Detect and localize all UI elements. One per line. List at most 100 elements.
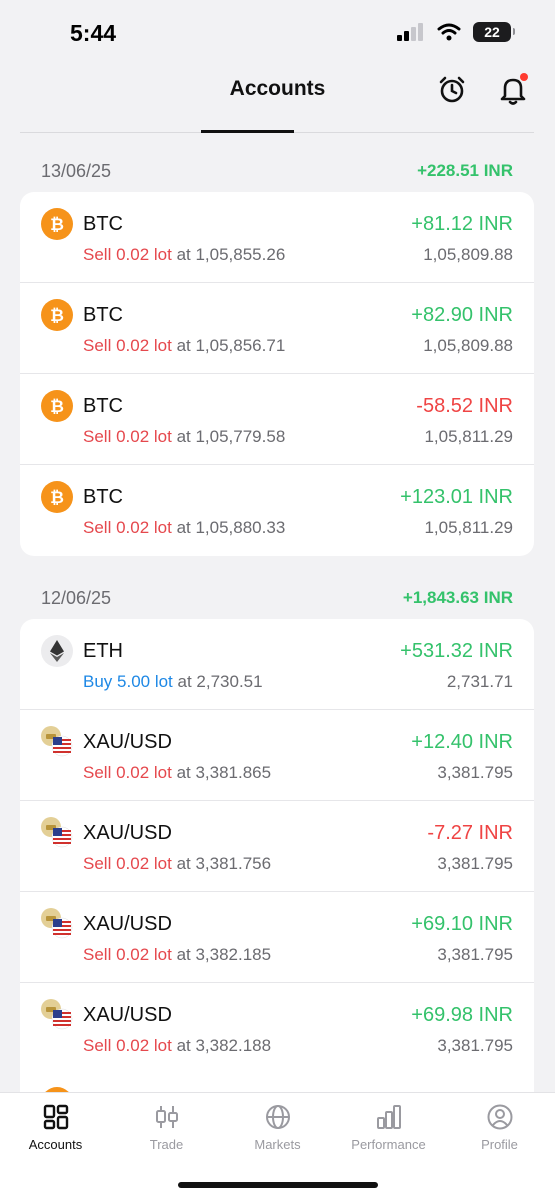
trade-current-price: 1,05,809.88: [423, 336, 513, 355]
trade-current-price: 1,05,811.29: [424, 427, 513, 446]
trade-pnl: +82.90 INR: [411, 304, 513, 326]
trade-row[interactable]: XAU/USD Sell 0.02 lot at 3,381.865 +12.4…: [20, 710, 534, 801]
alarm-clock-icon: [439, 76, 465, 103]
nav-profile[interactable]: Profile: [444, 1103, 555, 1167]
trade-pnl: +123.01 INR: [400, 486, 513, 508]
svg-text:₿: ₿: [50, 306, 64, 326]
trade-detail: Buy 5.00 lot at 2,730.51: [83, 672, 263, 692]
user-icon: [487, 1104, 512, 1130]
trade-pnl: +12.40 INR: [411, 731, 513, 753]
trade-side: Sell 0.02 lot: [83, 1036, 172, 1055]
trade-pnl: +69.98 INR: [411, 1004, 513, 1026]
trades-card: ₿ BTC Sell 0.02 lot at 1,05,855.26 +81.1…: [20, 192, 534, 556]
trade-row[interactable]: XAU/USD Sell 0.02 lot at 3,382.185 +69.1…: [20, 892, 534, 983]
trade-symbol: XAU/USD: [83, 731, 172, 753]
notification-badge: [520, 73, 528, 81]
trade-pnl: +69.10 INR: [411, 913, 513, 935]
trade-detail: Sell 0.02 lot at 1,05,779.58: [83, 427, 285, 447]
svg-text:₿: ₿: [50, 215, 64, 235]
trade-symbol: XAU/USD: [83, 822, 172, 844]
status-icons: 22: [397, 22, 515, 42]
trade-current-price: 3,381.795: [437, 1036, 513, 1055]
trade-current-price: 3,381.795: [437, 945, 513, 964]
trade-current-price: 3,381.795: [437, 763, 513, 782]
trade-symbol: BTC: [83, 304, 123, 326]
trade-side: Sell 0.02 lot: [83, 427, 172, 446]
trade-pnl: +531.32 INR: [400, 640, 513, 662]
trade-open-price: at 1,05,880.33: [171, 518, 286, 537]
nav-label: Performance: [351, 1137, 426, 1152]
gold-usd-icon: [41, 908, 73, 939]
trade-detail: Sell 0.02 lot at 1,05,880.33: [83, 518, 285, 538]
trade-row[interactable]: XAU/USD Sell 0.02 lot at 3,382.188 +69.9…: [20, 983, 534, 1074]
status-time: 5:44: [70, 20, 117, 46]
group-total: +228.51 INR: [417, 161, 513, 180]
wifi-icon: [437, 23, 461, 41]
gold-usd-icon: [41, 999, 73, 1030]
alarm-button[interactable]: [436, 74, 468, 106]
trade-open-price: at 3,382.185: [171, 945, 272, 964]
trade-detail: Sell 0.02 lot at 3,382.188: [83, 1036, 271, 1056]
ethereum-icon: [41, 635, 73, 667]
trade-row[interactable]: ₿ BTC Sell 0.02 lot at 1,05,855.26 +81.1…: [20, 192, 534, 283]
trade-open-price: at 1,05,856.71: [171, 336, 286, 355]
trade-current-price: 1,05,811.29: [424, 518, 513, 537]
nav-performance[interactable]: Performance: [333, 1103, 444, 1167]
trade-side: Sell 0.02 lot: [83, 518, 172, 537]
svg-text:₿: ₿: [50, 488, 64, 508]
svg-text:₿: ₿: [50, 397, 64, 417]
trade-open-price: at 1,05,855.26: [171, 245, 286, 264]
trade-row[interactable]: ETH Buy 5.00 lot at 2,730.51 +531.32 INR…: [20, 619, 534, 710]
battery-icon: 22: [473, 22, 515, 42]
trade-side: Sell 0.02 lot: [83, 763, 172, 782]
trade-detail: Sell 0.02 lot at 1,05,856.71: [83, 336, 285, 356]
trade-side: Sell 0.02 lot: [83, 245, 172, 264]
app-header: Accounts: [0, 64, 555, 134]
trade-row[interactable]: ₿ BTC Sell 0.02 lot at 1,05,856.71 +82.9…: [20, 283, 534, 374]
bar-chart-icon: [376, 1105, 401, 1129]
home-indicator[interactable]: [178, 1182, 378, 1188]
trade-current-price: 2,731.71: [446, 672, 513, 691]
candlestick-icon: [155, 1106, 178, 1128]
group-date: 13/06/25: [41, 160, 112, 181]
nav-label: Profile: [481, 1137, 518, 1152]
trade-open-price: at 3,381.865: [171, 763, 272, 782]
gold-usd-icon: [41, 726, 73, 757]
group-header: 13/06/25 +228.51 INR: [20, 156, 534, 186]
nav-markets[interactable]: Markets: [222, 1103, 333, 1167]
nav-trade[interactable]: Trade: [111, 1103, 222, 1167]
trade-symbol: BTC: [83, 486, 123, 508]
bitcoin-icon: ₿: [41, 299, 73, 331]
trade-side: Buy 5.00 lot: [83, 672, 173, 691]
bitcoin-icon: ₿: [41, 481, 73, 513]
trade-row[interactable]: ₿ BTC Sell 0.02 lot at 1,05,779.58 -58.5…: [20, 374, 534, 465]
trade-pnl: +81.12 INR: [411, 213, 513, 235]
page-title: Accounts: [229, 77, 326, 100]
nav-label: Markets: [254, 1137, 301, 1152]
trade-row[interactable]: XAU/USD Sell 0.02 lot at 3,381.756 -7.27…: [20, 801, 534, 892]
trade-symbol: ETH: [83, 640, 123, 662]
trade-symbol: XAU/USD: [83, 913, 172, 935]
trade-symbol: BTC: [83, 213, 123, 235]
trade-side: Sell 0.02 lot: [83, 336, 172, 355]
group-date: 12/06/25: [41, 587, 112, 608]
trade-open-price: at 3,381.756: [171, 854, 272, 873]
gold-usd-icon: [41, 817, 73, 848]
trade-detail: Sell 0.02 lot at 3,381.865: [83, 763, 271, 783]
grid-icon: [43, 1104, 68, 1130]
active-tab-indicator: [201, 130, 294, 133]
trade-detail: Sell 0.02 lot at 1,05,855.26: [83, 245, 285, 265]
globe-icon: [265, 1105, 290, 1129]
trades-card: ETH Buy 5.00 lot at 2,730.51 +531.32 INR…: [20, 619, 534, 1092]
trade-detail: Sell 0.02 lot at 3,382.185: [83, 945, 271, 965]
bitcoin-icon: ₿: [41, 390, 73, 422]
trade-open-price: at 2,730.51: [172, 672, 263, 691]
nav-label: Trade: [149, 1137, 184, 1152]
trade-row[interactable]: ₿ BTC Sell 0.02 lot at 1,05,880.33 +123.…: [20, 465, 534, 556]
trade-detail: Sell 0.02 lot at 3,381.756: [83, 854, 271, 874]
trade-open-price: at 3,382.188: [171, 1036, 272, 1055]
status-bar: 5:44 22: [0, 0, 555, 64]
group-header: 12/06/25 +1,843.63 INR: [20, 583, 534, 613]
nav-accounts[interactable]: Accounts: [0, 1103, 111, 1167]
nav-label: Accounts: [28, 1137, 83, 1152]
